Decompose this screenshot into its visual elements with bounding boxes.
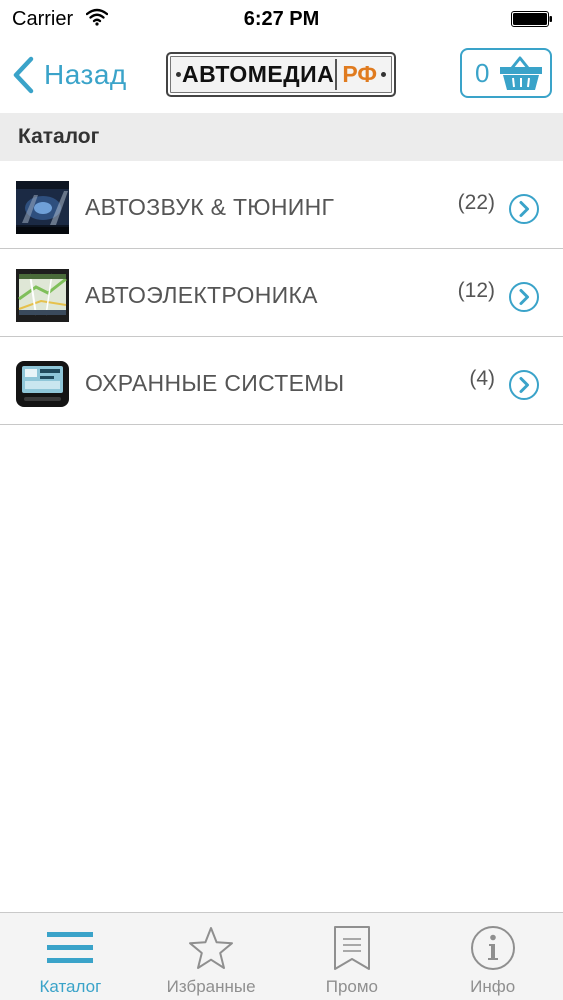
- catalog-item-security-systems[interactable]: ОХРАННЫЕ СИСТЕМЫ (4): [0, 337, 563, 425]
- alarm-remote-thumbnail: [16, 357, 69, 410]
- tab-bar: Каталог Избранные Промо Инфо: [0, 912, 563, 1000]
- tab-label: Каталог: [39, 977, 102, 996]
- status-time: 6:27 PM: [243, 8, 320, 30]
- item-count: (12): [457, 279, 495, 302]
- section-header: Каталог: [0, 113, 563, 161]
- back-label: Назад: [44, 59, 127, 90]
- cart-button[interactable]: 0: [460, 48, 552, 98]
- battery-icon: [511, 11, 552, 27]
- item-count: (22): [457, 191, 495, 214]
- gps-navigator-thumbnail: [16, 269, 69, 322]
- tab-label: Промо: [325, 977, 379, 996]
- tab-promo[interactable]: Промо: [282, 913, 423, 1000]
- status-bar: Carrier 6:27 PM: [0, 0, 563, 40]
- section-title: Каталог: [18, 125, 100, 148]
- tab-label: Избранные: [166, 977, 256, 996]
- basket-icon: [500, 56, 542, 90]
- chevron-right-circle-icon[interactable]: [508, 193, 540, 225]
- navigation-bar: Назад АВТОМЕДИА РФ 0: [0, 40, 563, 113]
- item-title: АВТОЭЛЕКТРОНИКА: [85, 282, 318, 308]
- back-chevron-icon: [13, 56, 34, 94]
- info-icon: [470, 926, 515, 970]
- app-screen: Carrier 6:27 PM Назад АВТОМЕДИА РФ 0 Кат…: [0, 0, 563, 1000]
- tab-catalog[interactable]: Каталог: [0, 913, 141, 1000]
- logo-dot-right: [381, 72, 386, 77]
- item-title: ОХРАННЫЕ СИСТЕМЫ: [85, 370, 345, 396]
- star-icon: [189, 927, 234, 969]
- catalog-item-car-audio[interactable]: АВТОЗВУК & ТЮНИНГ (22): [0, 161, 563, 249]
- cart-count: 0: [475, 57, 490, 88]
- item-count: (4): [469, 367, 495, 390]
- list-icon: [47, 932, 94, 963]
- car-audio-thumbnail: [16, 181, 69, 234]
- chevron-right-circle-icon[interactable]: [508, 281, 540, 313]
- logo-text: АВТОМЕДИА: [182, 61, 335, 87]
- item-title: АВТОЗВУК & ТЮНИНГ: [85, 194, 335, 220]
- catalog-list: АВТОЗВУК & ТЮНИНГ (22) АВТОЭЛЕКТРОНИКА (…: [0, 161, 563, 425]
- logo-suffix: РФ: [342, 61, 377, 87]
- catalog-item-car-electronics[interactable]: АВТОЭЛЕКТРОНИКА (12): [0, 249, 563, 337]
- chevron-right-circle-icon[interactable]: [508, 369, 540, 401]
- bookmark-icon: [333, 926, 370, 970]
- tab-favorites[interactable]: Избранные: [141, 913, 282, 1000]
- tab-info[interactable]: Инфо: [422, 913, 563, 1000]
- brand-logo: АВТОМЕДИА РФ: [166, 52, 396, 97]
- back-button[interactable]: Назад: [10, 52, 127, 98]
- tab-label: Инфо: [470, 977, 516, 996]
